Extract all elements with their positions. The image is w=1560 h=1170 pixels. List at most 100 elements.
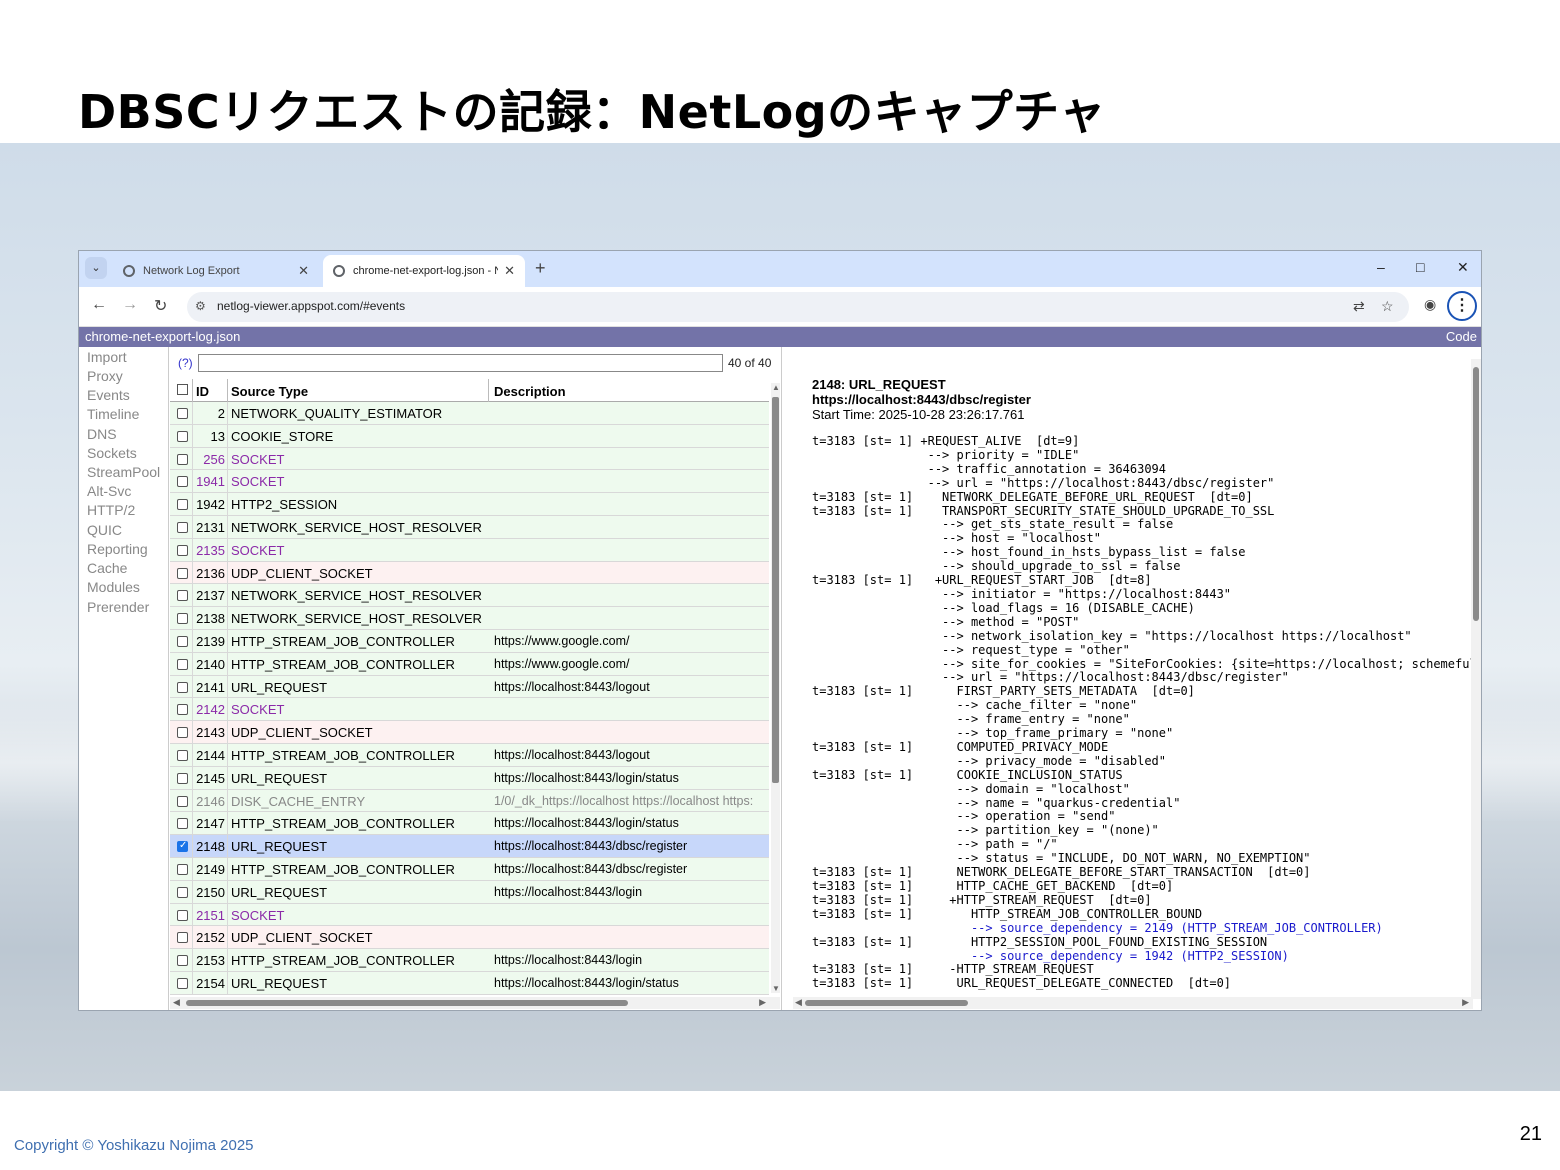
nav-item-timeline[interactable]: Timeline	[87, 406, 139, 422]
new-tab-button[interactable]: +	[535, 258, 546, 279]
row-source-type: COOKIE_STORE	[231, 428, 334, 444]
browser-menu-icon[interactable]: ⋮	[1447, 291, 1477, 321]
row-checkbox[interactable]	[177, 476, 188, 488]
table-row[interactable]: 1941 SOCKET	[170, 470, 769, 494]
table-row[interactable]: 2148 URL_REQUEST https://localhost:8443/db…	[170, 835, 769, 858]
back-arrow-icon[interactable]: ←	[91, 296, 107, 314]
table-row[interactable]: 2143 UDP_CLIENT_SOCKET	[170, 721, 769, 744]
table-row[interactable]: 2136 UDP_CLIENT_SOCKET	[170, 561, 769, 585]
row-checkbox[interactable]	[177, 818, 188, 830]
table-row[interactable]: 256 SOCKET	[170, 447, 769, 471]
column-id[interactable]: ID	[196, 384, 209, 399]
minimize-button[interactable]: –	[1377, 259, 1385, 275]
column-source-type[interactable]: Source Type	[231, 384, 308, 399]
list-horizontal-scrollbar[interactable]: ◀ ▶	[170, 997, 780, 1009]
close-window-button[interactable]: ✕	[1457, 259, 1469, 276]
table-row[interactable]: 1942 HTTP2_SESSION	[170, 493, 769, 516]
nav-item-http2[interactable]: HTTP/2	[87, 502, 135, 518]
url-text[interactable]: netlog-viewer.appspot.com/#events	[217, 299, 405, 313]
detail-horizontal-scrollbar[interactable]: ◀ ▶	[793, 997, 1473, 1009]
nav-item-reporting[interactable]: Reporting	[87, 541, 148, 557]
log-line-link[interactable]: --> source_dependency = 2149 (HTTP_STREA…	[812, 921, 1472, 936]
list-vertical-scrollbar[interactable]: ▲ ▼	[771, 383, 780, 993]
detail-vertical-scrollbar[interactable]	[1471, 359, 1481, 999]
row-checkbox[interactable]	[177, 795, 188, 807]
row-checkbox[interactable]	[177, 977, 188, 989]
table-row[interactable]: 2137 NETWORK_SERVICE_HOST_RESOLVER	[170, 584, 769, 608]
table-row[interactable]: 2 NETWORK_QUALITY_ESTIMATOR	[170, 402, 769, 425]
log-line-link[interactable]: --> source_dependency = 1942 (HTTP2_SESS…	[812, 949, 1472, 964]
row-checkbox[interactable]	[177, 932, 188, 944]
tab-netlog-viewer[interactable]: chrome-net-export-log.json - N ✕	[323, 255, 525, 287]
tab-network-log-export[interactable]: Network Log Export ✕	[113, 255, 319, 287]
bookmark-star-icon[interactable]: ☆	[1381, 298, 1394, 315]
table-row[interactable]: 2145 URL_REQUEST https://localhost:8443/lo…	[170, 766, 769, 790]
site-info-icon[interactable]: ⚙	[195, 299, 206, 313]
row-checkbox[interactable]	[177, 863, 188, 875]
row-checkbox[interactable]	[177, 772, 188, 784]
row-checkbox[interactable]	[177, 704, 188, 716]
table-row[interactable]: 2154 URL_REQUEST https://localhost:8443/lo…	[170, 971, 769, 995]
maximize-button[interactable]: □	[1416, 259, 1424, 275]
nav-item-streampool[interactable]: StreamPool	[87, 464, 160, 480]
row-checkbox[interactable]	[177, 590, 188, 602]
nav-item-prerender[interactable]: Prerender	[87, 599, 149, 615]
table-row[interactable]: 2153 HTTP_STREAM_JOB_CONTROLLER https://lo…	[170, 949, 769, 972]
nav-item-dns[interactable]: DNS	[87, 426, 117, 442]
nav-item-events[interactable]: Events	[87, 387, 130, 403]
row-checkbox[interactable]	[177, 544, 188, 556]
table-row[interactable]: 2151 SOCKET	[170, 903, 769, 927]
row-checkbox[interactable]	[177, 909, 188, 921]
table-row[interactable]: 2131 NETWORK_SERVICE_HOST_RESOLVER	[170, 515, 769, 539]
column-description[interactable]: Description	[494, 384, 566, 399]
row-checkbox[interactable]	[177, 727, 188, 739]
table-row[interactable]: 2150 URL_REQUEST https://localhost:8443/lo…	[170, 880, 769, 904]
table-row[interactable]: 2135 SOCKET	[170, 538, 769, 562]
table-row[interactable]: 13 COOKIE_STORE	[170, 424, 769, 448]
nav-item-cache[interactable]: Cache	[87, 560, 127, 576]
select-all-checkbox[interactable]	[177, 384, 188, 395]
row-checkbox[interactable]	[177, 408, 188, 419]
nav-item-proxy[interactable]: Proxy	[87, 368, 123, 384]
nav-item-modules[interactable]: Modules	[87, 579, 140, 595]
table-row[interactable]: 2146 DISK_CACHE_ENTRY 1/0/_dk_https://loca…	[170, 789, 769, 813]
row-checkbox[interactable]	[177, 681, 188, 693]
row-checkbox[interactable]	[177, 658, 188, 670]
row-checkbox[interactable]	[177, 955, 188, 967]
table-row[interactable]: 2144 HTTP_STREAM_JOB_CONTROLLER https://lo…	[170, 743, 769, 767]
table-row[interactable]: 2138 NETWORK_SERVICE_HOST_RESOLVER	[170, 607, 769, 630]
nav-item-import[interactable]: Import	[87, 349, 127, 365]
close-tab-icon[interactable]: ✕	[298, 263, 309, 279]
row-checkbox[interactable]	[177, 499, 188, 511]
profile-icon[interactable]: ◉	[1424, 296, 1436, 313]
table-row[interactable]: 2149 HTTP_STREAM_JOB_CONTROLLER https://lo…	[170, 857, 769, 881]
nav-item-sockets[interactable]: Sockets	[87, 445, 137, 461]
table-row[interactable]: 2141 URL_REQUEST https://localhost:8443/lo…	[170, 675, 769, 699]
table-row[interactable]: 2140 HTTP_STREAM_JOB_CONTROLLER https://ww…	[170, 652, 769, 676]
row-checkbox[interactable]	[177, 635, 188, 647]
row-checkbox[interactable]	[177, 430, 188, 442]
close-tab-icon[interactable]: ✕	[504, 263, 515, 279]
forward-arrow-icon[interactable]: →	[122, 296, 138, 314]
address-bar[interactable]: ⚙ netlog-viewer.appspot.com/#events ⇄ ☆	[187, 292, 1409, 322]
row-checkbox[interactable]	[177, 749, 188, 761]
row-checkbox[interactable]	[177, 521, 188, 533]
code-link[interactable]: Code	[1446, 329, 1477, 344]
row-checkbox[interactable]	[177, 567, 188, 579]
tab-search-button[interactable]: ⌄	[85, 257, 107, 279]
filter-help-link[interactable]: (?)	[178, 356, 193, 370]
filter-input[interactable]	[198, 354, 723, 372]
row-checkbox[interactable]	[177, 613, 188, 625]
nav-item-quic[interactable]: QUIC	[87, 522, 122, 538]
table-row[interactable]: 2152 UDP_CLIENT_SOCKET	[170, 926, 769, 950]
nav-item-alt-svc[interactable]: Alt-Svc	[87, 483, 131, 499]
row-checkbox[interactable]	[177, 886, 188, 898]
log-line: t=3183 [st= 1] +REQUEST_ALIVE [dt=9]	[812, 435, 1080, 448]
row-checkbox[interactable]	[177, 840, 188, 853]
table-row[interactable]: 2139 HTTP_STREAM_JOB_CONTROLLER https://ww…	[170, 629, 769, 653]
translate-icon[interactable]: ⇄	[1353, 298, 1365, 315]
reload-icon[interactable]: ↻	[154, 296, 167, 316]
table-row[interactable]: 2147 HTTP_STREAM_JOB_CONTROLLER https://lo…	[170, 812, 769, 836]
table-row[interactable]: 2142 SOCKET	[170, 698, 769, 722]
row-checkbox[interactable]	[177, 453, 188, 465]
